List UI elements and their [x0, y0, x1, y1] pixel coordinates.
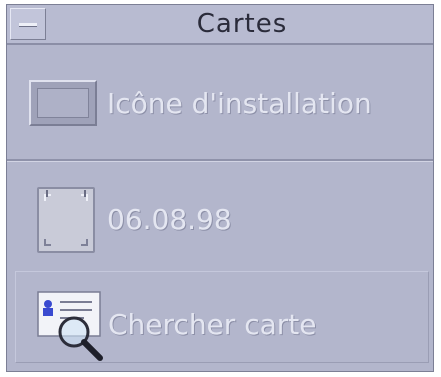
card-item[interactable]: 06.08.98: [7, 163, 433, 271]
window-menu-icon: [19, 23, 37, 27]
install-icon-item[interactable]: Icône d'installation: [7, 47, 433, 161]
card-icon: [37, 187, 95, 253]
install-icon: [29, 80, 97, 126]
search-card-icon: [34, 290, 114, 362]
install-icon-label: Icône d'installation: [107, 87, 372, 120]
search-card-item[interactable]: Chercher carte: [15, 271, 429, 363]
title-bar[interactable]: Cartes: [7, 5, 433, 45]
search-card-label: Chercher carte: [108, 308, 317, 341]
cartes-window: Cartes Icône d'installation 06.08.98 Che…: [6, 4, 434, 372]
divider: [7, 161, 433, 162]
window-menu-button[interactable]: [10, 8, 46, 40]
window-title: Cartes: [196, 9, 288, 39]
card-label: 06.08.98: [107, 203, 232, 236]
